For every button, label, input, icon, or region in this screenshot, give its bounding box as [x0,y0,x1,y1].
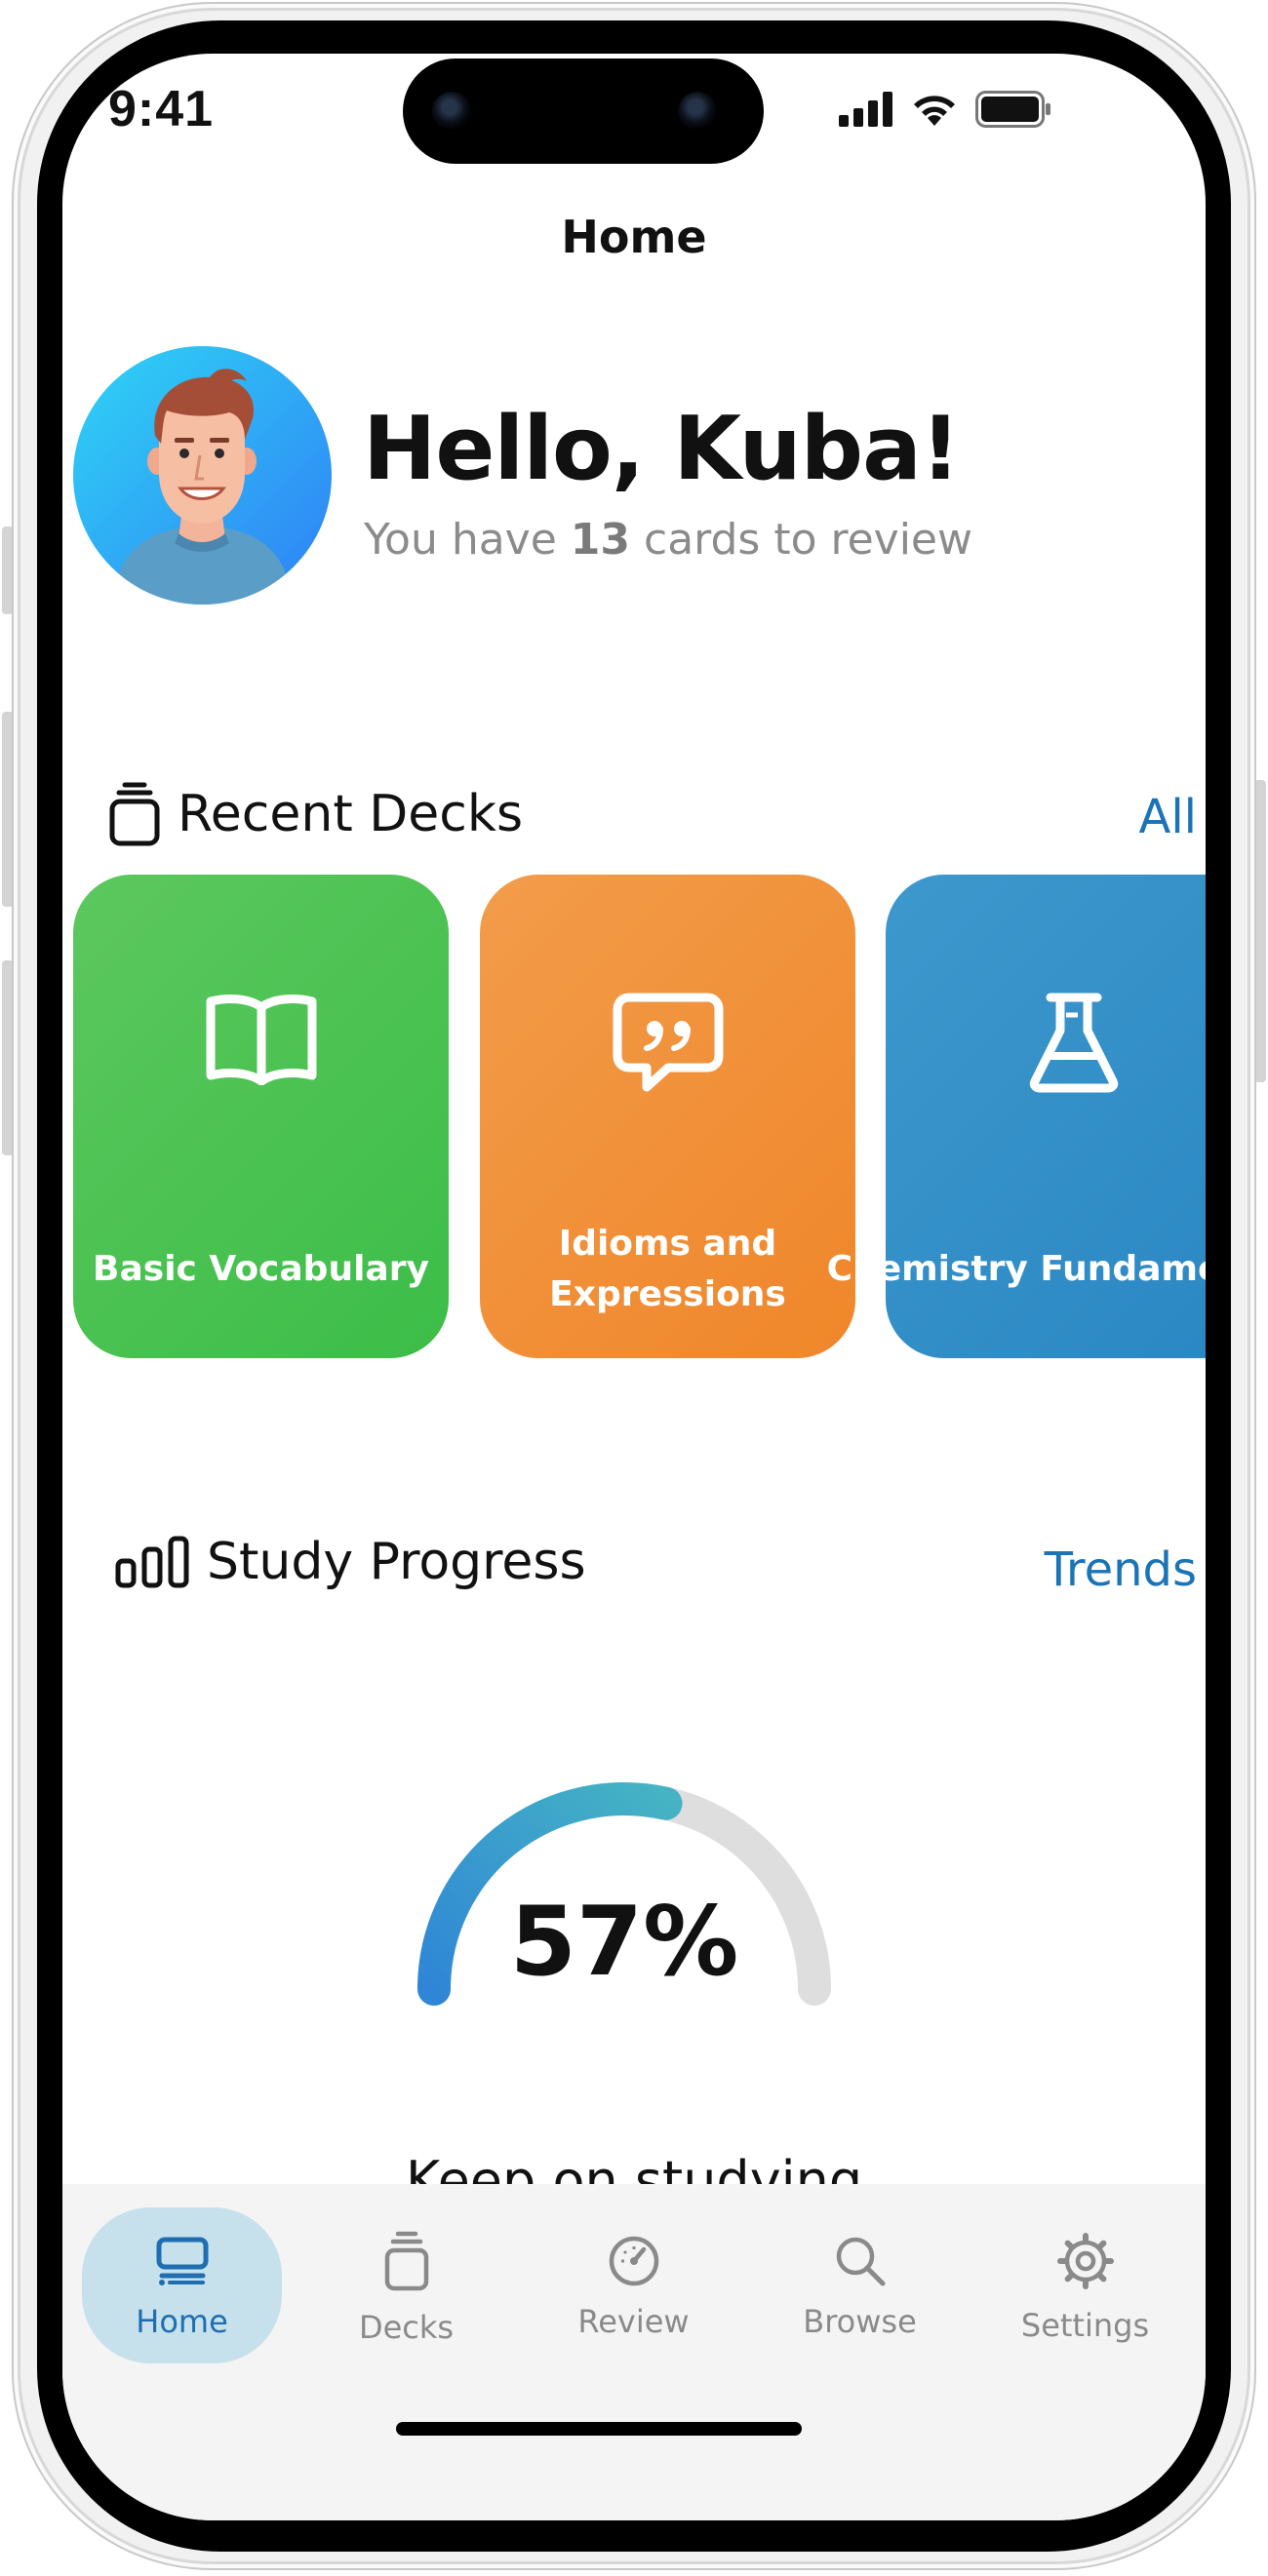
review-summary: You have 13 cards to review [364,515,972,565]
all-decks-link[interactable]: All [1138,790,1197,844]
dynamic-island [403,59,764,164]
page-title: Home [561,211,707,263]
tab-browse[interactable]: Browse [760,2207,960,2363]
study-progress-header: Study Progress [115,1533,586,1591]
progress-percent: 57% [509,1887,739,1998]
cellular-signal-icon [839,92,892,127]
tab-label: Browse [803,2303,917,2340]
tab-review[interactable]: Review [534,2207,733,2363]
deck-card-chemistry-fundamentals[interactable]: Chemistry Fundamentals [826,875,1206,1358]
home-indicator [396,2422,802,2436]
avatar-illustration [112,369,293,605]
tab-label: Home [136,2303,228,2340]
home-icon [82,2231,282,2291]
status-time: 9:41 [107,81,215,137]
camera-sensor [432,92,471,131]
screen-content: 9:41 Home Hello, Kuba! You have 13 cards… [62,54,1206,2520]
search-icon [760,2231,960,2291]
deck-card-basic-vocabulary[interactable]: Basic Vocabulary [73,875,449,1358]
book-open-icon [73,992,449,1085]
decks-icon [306,2231,506,2291]
gear-icon [985,2231,1185,2291]
deck-name: Idioms and Expressions [549,1224,786,1314]
decks-stack-icon [109,782,160,846]
bar-chart-icon [115,1536,189,1588]
avatar[interactable] [73,346,332,605]
gauge-icon [534,2231,733,2291]
deck-card-idioms-and-expressions[interactable]: Idioms and Expressions [480,875,855,1358]
quote-bubble-icon [480,992,855,1093]
trends-link[interactable]: Trends [1045,1542,1197,1597]
review-count: 13 [570,515,631,565]
tab-settings[interactable]: Settings [985,2207,1185,2363]
status-icons [839,86,1051,133]
deck-name: Basic Vocabulary [93,1249,429,1289]
flask-icon [886,992,1206,1093]
tab-home[interactable]: Home [82,2207,282,2363]
greeting-heading: Hello, Kuba! [363,398,961,500]
review-suffix: cards to review [630,515,972,565]
camera-lens [678,92,717,131]
recent-decks-header: Recent Decks [109,782,524,846]
tab-decks[interactable]: Decks [306,2207,506,2363]
battery-icon [975,91,1050,128]
tab-label: Decks [358,2309,455,2346]
tab-label: Settings [1020,2307,1150,2344]
recent-decks-title: Recent Decks [178,785,524,843]
deck-name: Chemistry Fundamentals [826,1249,1206,1289]
review-prefix: You have [364,515,571,565]
wifi-icon [914,96,955,126]
study-progress-title: Study Progress [207,1533,586,1591]
tab-label: Review [577,2303,690,2340]
